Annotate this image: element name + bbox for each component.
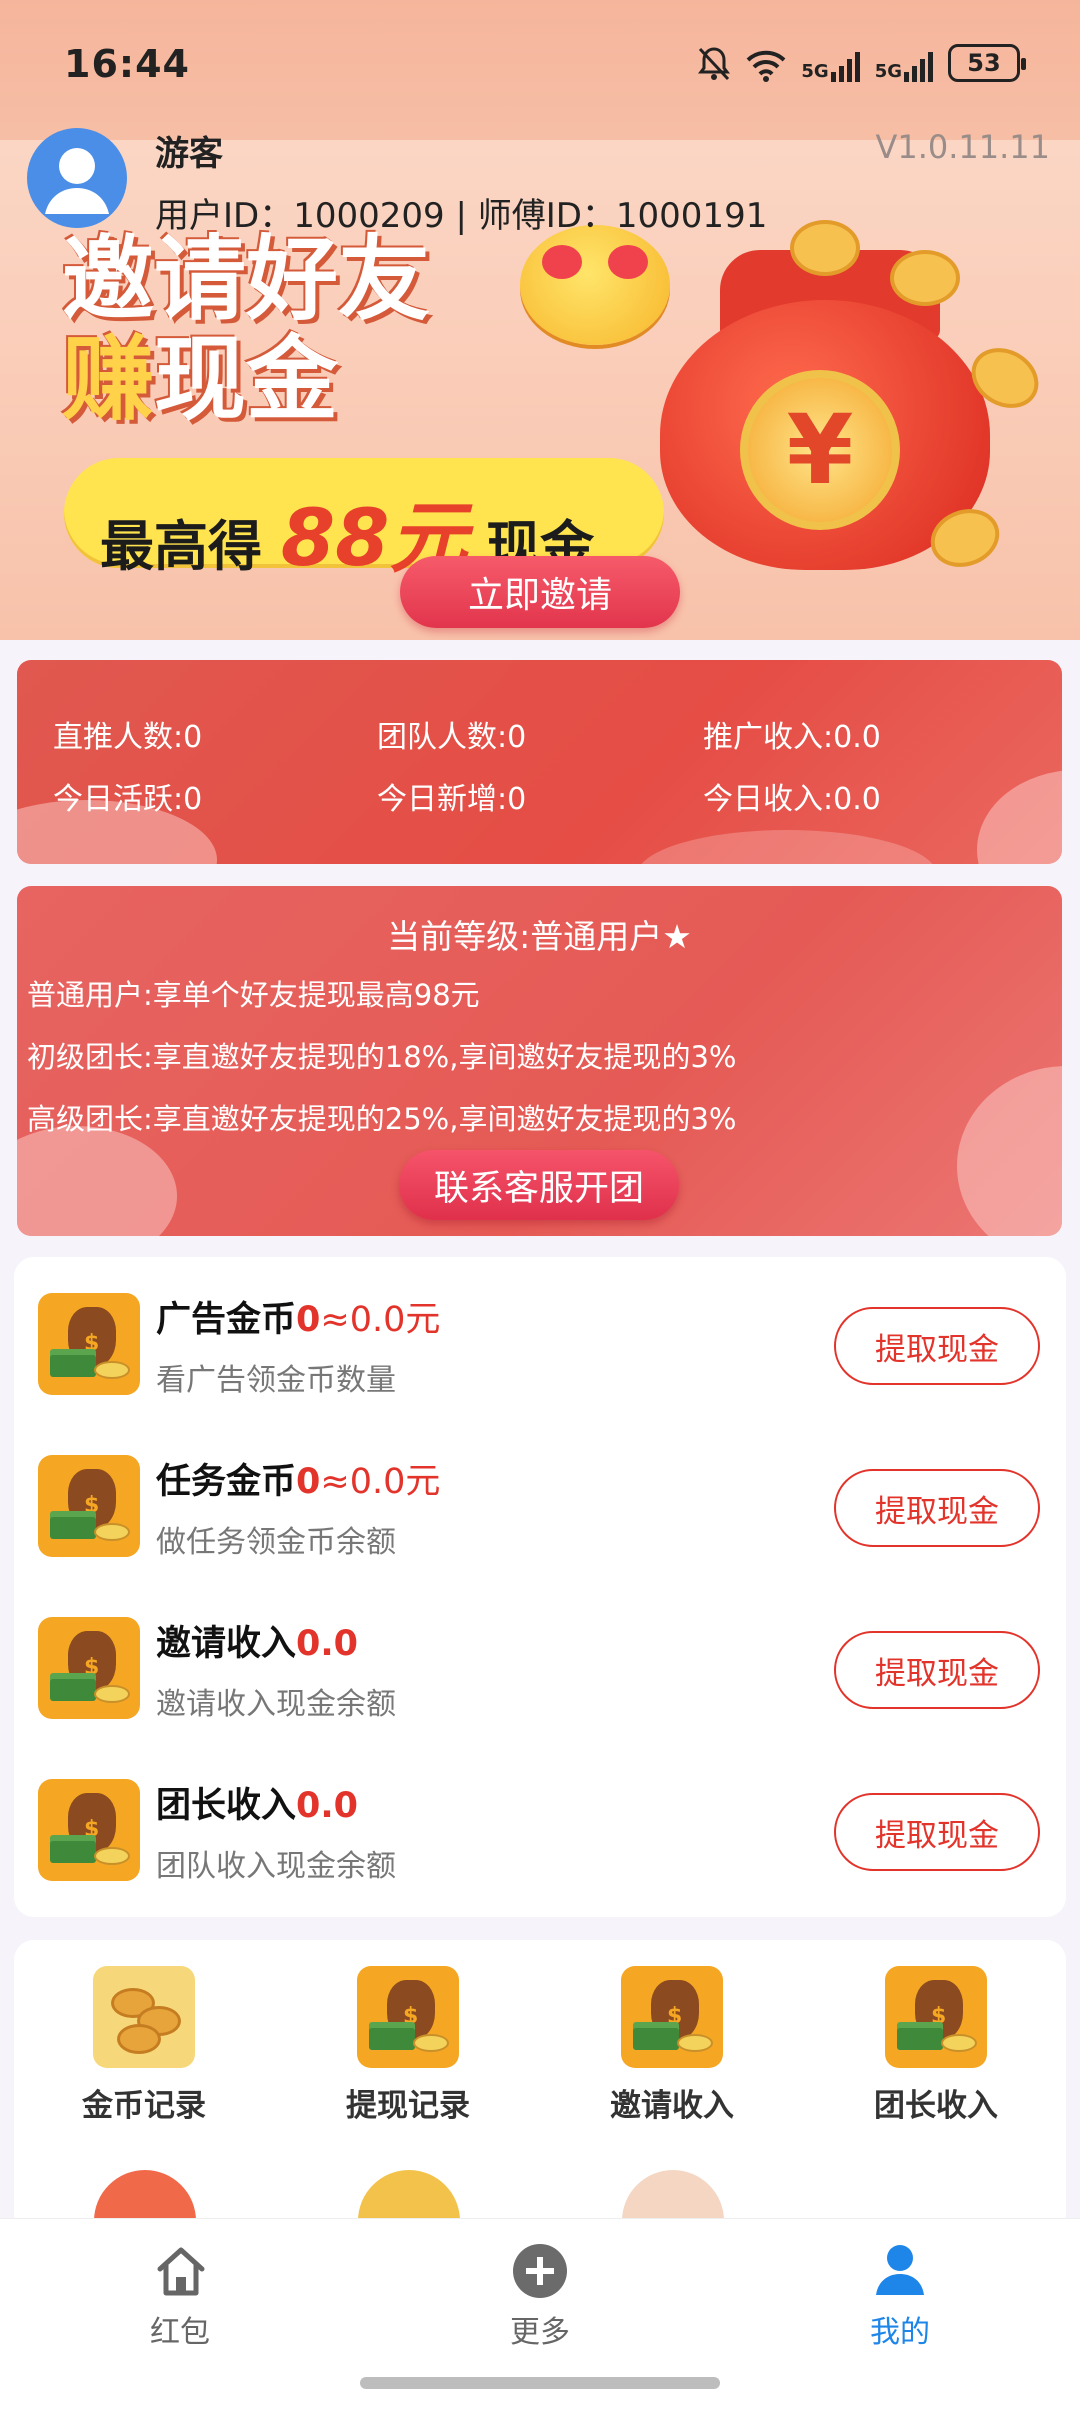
grid-item-withdraw-records[interactable]: 提现记录 xyxy=(308,1966,508,2125)
grid-label: 团长收入 xyxy=(874,2088,998,2124)
withdraw-cash-button[interactable]: 提取现金 xyxy=(834,1307,1040,1385)
wallet-subtitle: 看广告领金币数量 xyxy=(156,1363,396,1398)
money-bag-icon xyxy=(38,1455,140,1557)
current-level: 当前等级:普通用户★ xyxy=(387,917,692,956)
wallet-title: 团长收入0.0 xyxy=(156,1786,359,1826)
withdraw-cash-button[interactable]: 提取现金 xyxy=(834,1469,1040,1547)
signal-icon-2: 5G xyxy=(875,44,934,82)
mute-bell-icon xyxy=(697,44,731,82)
money-bag-icon xyxy=(38,1293,140,1395)
nav-red-packet[interactable]: 红包 xyxy=(80,2219,280,2369)
level-desc-junior: 初级团长:享直邀好友提现的18%,享间邀好友提现的3% xyxy=(27,1040,737,1074)
yuan-coin-icon: ¥ xyxy=(740,370,900,530)
list-item: 广告金币0≈0.0元 看广告领金币数量 提取现金 xyxy=(14,1257,1066,1419)
red-money-bag-icon: ¥ xyxy=(640,210,1050,577)
banner-title-line2: 现金 xyxy=(154,326,339,433)
banner-reward-pill: 最高得 88元 现金 xyxy=(64,458,664,584)
grid-item-coin-records[interactable]: 金币记录 xyxy=(44,1966,244,2125)
grid-item-leader-income[interactable]: 团长收入 xyxy=(836,1966,1036,2125)
money-bag-icon xyxy=(38,1779,140,1881)
wallet-title: 邀请收入0.0 xyxy=(156,1624,359,1664)
money-bag-icon xyxy=(357,1966,459,2068)
plus-circle-icon xyxy=(513,2244,567,2298)
banner-title-line1: 邀请好友 xyxy=(62,226,431,333)
nav-label: 更多 xyxy=(510,2315,570,2350)
wifi-icon xyxy=(745,44,787,82)
home-icon xyxy=(157,2247,205,2296)
level-desc-normal: 普通用户:享单个好友提现最高98元 xyxy=(27,978,480,1012)
withdraw-cash-button[interactable]: 提取现金 xyxy=(834,1631,1040,1709)
coins-icon xyxy=(93,1966,195,2068)
user-ids: 用户ID：1000209 | 师傅ID：1000191 xyxy=(155,196,768,236)
grid-label: 提现记录 xyxy=(346,2088,470,2124)
list-item: 任务金币0≈0.0元 做任务领金币余额 提取现金 xyxy=(14,1419,1066,1581)
wallet-subtitle: 做任务领金币余额 xyxy=(156,1525,396,1560)
stat-direct: 直推人数:0 xyxy=(53,720,203,755)
team-stats-card: 直推人数:0 团队人数:0 推广收入:0.0 今日活跃:0 今日新增:0 今日收… xyxy=(17,660,1062,864)
stat-team: 团队人数:0 xyxy=(377,720,527,755)
pill-prefix: 最高得 xyxy=(100,515,262,578)
wallet-title: 任务金币0≈0.0元 xyxy=(156,1462,441,1502)
nav-label: 红包 xyxy=(150,2315,210,2350)
level-card: 当前等级:普通用户★ 普通用户:享单个好友提现最高98元 初级团长:享直邀好友提… xyxy=(17,886,1062,1236)
contact-service-button[interactable]: 联系客服开团 xyxy=(399,1150,679,1220)
wallet-subtitle: 团队收入现金余额 xyxy=(156,1849,396,1884)
nav-label: 我的 xyxy=(870,2315,930,2350)
stat-today-income: 今日收入:0.0 xyxy=(703,782,881,817)
list-item: 邀请收入0.0 邀请收入现金余额 提取现金 xyxy=(14,1581,1066,1743)
money-bag-icon xyxy=(621,1966,723,2068)
money-bag-icon xyxy=(38,1617,140,1719)
withdraw-cash-button[interactable]: 提取现金 xyxy=(834,1793,1040,1871)
wallet-subtitle: 邀请收入现金余额 xyxy=(156,1687,396,1722)
stat-today-new: 今日新增:0 xyxy=(377,782,527,817)
grid-item-invite-income[interactable]: 邀请收入 xyxy=(572,1966,772,2125)
list-item: 团长收入0.0 团队收入现金余额 提取现金 xyxy=(14,1743,1066,1905)
wallet-list: 广告金币0≈0.0元 看广告领金币数量 提取现金 任务金币0≈0.0元 做任务领… xyxy=(14,1257,1066,1917)
feature-grid: 金币记录 提现记录 邀请收入 团长收入 xyxy=(14,1940,1066,2260)
profile-page: 邀请好友 赚现金 最高得 88元 现金 ¥ 立即邀请 16:44 5G 5G 5… xyxy=(0,0,1080,2415)
grid-label: 邀请收入 xyxy=(610,2088,734,2124)
battery-icon: 53 xyxy=(948,44,1026,82)
banner-title-gold: 赚 xyxy=(62,326,155,433)
username: 游客 xyxy=(155,134,223,174)
invite-now-button[interactable]: 立即邀请 xyxy=(400,556,680,628)
app-version: V1.0.11.11 xyxy=(875,128,1050,166)
status-time: 16:44 xyxy=(64,42,190,86)
grid-label: 金币记录 xyxy=(82,2088,206,2124)
stat-promo-income: 推广收入:0.0 xyxy=(703,720,881,755)
person-icon xyxy=(876,2245,924,2295)
status-bar: 16:44 5G 5G 53 xyxy=(0,0,1080,130)
nav-mine[interactable]: 我的 xyxy=(800,2219,1000,2369)
home-indicator[interactable] xyxy=(360,2377,720,2389)
nav-more[interactable]: 更多 xyxy=(440,2219,640,2369)
level-desc-senior: 高级团长:享直邀好友提现的25%,享间邀好友提现的3% xyxy=(27,1102,737,1136)
money-bag-icon xyxy=(885,1966,987,2068)
wallet-title: 广告金币0≈0.0元 xyxy=(156,1300,441,1340)
avatar[interactable] xyxy=(27,128,127,228)
signal-icon: 5G xyxy=(801,44,860,82)
banner-title: 邀请好友 赚现金 xyxy=(62,230,430,430)
stat-today-active: 今日活跃:0 xyxy=(53,782,203,817)
